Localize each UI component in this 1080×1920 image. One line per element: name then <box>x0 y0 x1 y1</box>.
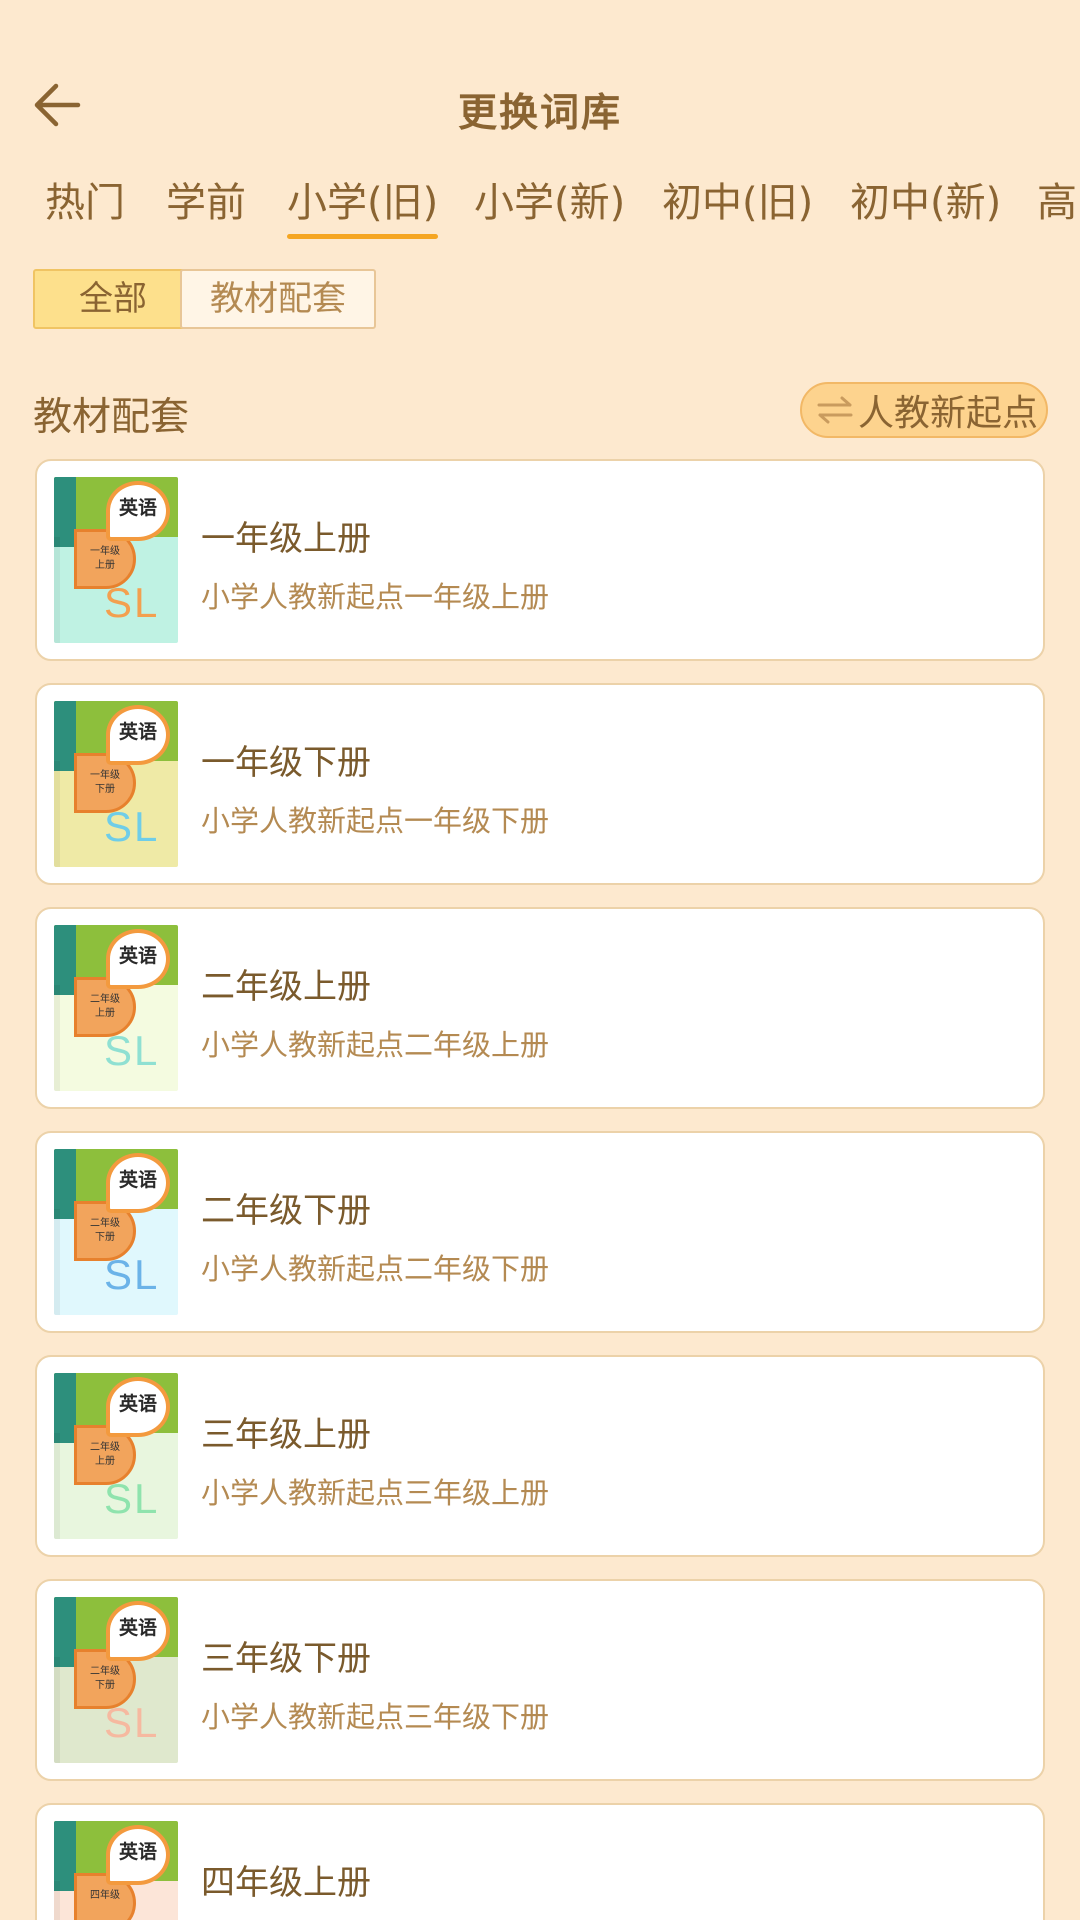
book-cover-image: 二年级 上册 英语 SL <box>54 925 178 1091</box>
cover-grade-label: 二年级 下册 <box>90 1666 120 1691</box>
book-cover-image: 二年级 下册 英语 SL <box>54 1597 178 1763</box>
cover-grade-label: 二年级 下册 <box>90 1218 120 1243</box>
book-cover-image: 一年级 上册 英语 SL <box>54 477 178 643</box>
cover-grade-label: 二年级 上册 <box>90 994 120 1019</box>
book-subtitle: 小学人教新起点二年级上册 <box>201 1028 550 1062</box>
book-card[interactable]: 四年级 英语 SL 四年级上册 <box>35 1803 1045 1920</box>
cover-spine <box>54 537 60 643</box>
book-title: 四年级上册 <box>201 1863 371 1903</box>
cover-badge-text: 英语 <box>118 497 157 519</box>
book-title: 一年级下册 <box>201 743 371 783</box>
tab-preschool[interactable]: 学前 <box>166 175 246 245</box>
cover-spine <box>54 1881 60 1920</box>
cover-badge-text: 英语 <box>118 1169 157 1191</box>
grade-tabs: 热门 学前 小学(旧) 小学(新) 初中(旧) 初中(新) 高 <box>0 175 1080 245</box>
book-cover-image: 四年级 英语 SL <box>54 1821 178 1920</box>
cover-spine <box>54 761 60 867</box>
tab-junior-new[interactable]: 初中(新) <box>850 175 1001 245</box>
cover-badge-text: 英语 <box>118 721 157 743</box>
cover-badge-text: 英语 <box>118 1841 157 1863</box>
book-title: 二年级上册 <box>201 967 371 1007</box>
tab-hot[interactable]: 热门 <box>45 175 125 245</box>
cover-mark: SL <box>104 579 160 626</box>
book-cover-image: 一年级 下册 英语 SL <box>54 701 178 867</box>
cover-grade-label: 四年级 <box>90 1890 120 1901</box>
book-card[interactable]: 二年级 上册 英语 SL 二年级上册 小学人教新起点二年级上册 <box>35 907 1045 1109</box>
book-card[interactable]: 一年级 下册 英语 SL 一年级下册 小学人教新起点一年级下册 <box>35 683 1045 885</box>
tab-senior[interactable]: 高 <box>1037 175 1077 245</box>
cover-spine <box>54 1657 60 1763</box>
swap-arrows-icon <box>817 396 853 424</box>
cover-badge-text: 英语 <box>118 945 157 967</box>
book-card[interactable]: 一年级 上册 英语 SL 一年级上册 小学人教新起点一年级上册 <box>35 459 1045 661</box>
book-card[interactable]: 二年级 上册 英语 SL 三年级上册 小学人教新起点三年级上册 <box>35 1355 1045 1557</box>
filter-textbook[interactable]: 教材配套 <box>180 269 376 329</box>
edition-switch-button[interactable]: 人教新起点 <box>800 382 1048 438</box>
app-root: 更换词库 热门 学前 小学(旧) 小学(新) 初中(旧) 初中(新) 高 全部 … <box>0 0 1080 1920</box>
section-title: 教材配套 <box>33 395 190 440</box>
cover-badge-text: 英语 <box>118 1617 157 1639</box>
cover-spine <box>54 985 60 1091</box>
cover-mark: SL <box>104 1027 160 1074</box>
book-title: 三年级下册 <box>201 1639 371 1679</box>
book-subtitle: 小学人教新起点一年级下册 <box>201 804 550 838</box>
book-title: 三年级上册 <box>201 1415 371 1455</box>
tab-primary-old[interactable]: 小学(旧) <box>287 175 439 245</box>
cover-mark: SL <box>104 803 160 850</box>
cover-mark: SL <box>104 1699 160 1746</box>
cover-mark: SL <box>104 1475 160 1522</box>
book-card[interactable]: 二年级 下册 英语 SL 二年级下册 小学人教新起点二年级下册 <box>35 1131 1045 1333</box>
top-bar: 更换词库 <box>0 60 1080 150</box>
cover-badge-text: 英语 <box>118 1393 157 1415</box>
cover-spine <box>54 1433 60 1539</box>
tab-junior-old[interactable]: 初中(旧) <box>662 175 813 245</box>
cover-grade-label: 二年级 上册 <box>90 1442 120 1467</box>
cover-grade-label: 一年级 下册 <box>90 770 120 795</box>
cover-mark: SL <box>104 1251 160 1298</box>
book-cover-image: 二年级 上册 英语 SL <box>54 1373 178 1539</box>
book-card[interactable]: 二年级 下册 英语 SL 三年级下册 小学人教新起点三年级下册 <box>35 1579 1045 1781</box>
book-title: 一年级上册 <box>201 519 371 559</box>
cover-grade-label: 一年级 上册 <box>90 546 120 571</box>
book-title: 二年级下册 <box>201 1191 371 1231</box>
page-title: 更换词库 <box>457 91 622 136</box>
edition-label: 人教新起点 <box>858 393 1039 434</box>
book-cover-image: 二年级 下册 英语 SL <box>54 1149 178 1315</box>
book-subtitle: 小学人教新起点三年级上册 <box>201 1476 550 1510</box>
book-subtitle: 小学人教新起点三年级下册 <box>201 1700 550 1734</box>
cover-spine <box>54 1209 60 1315</box>
tab-primary-new[interactable]: 小学(新) <box>474 175 625 245</box>
book-subtitle: 小学人教新起点二年级下册 <box>201 1252 550 1286</box>
filter-all[interactable]: 全部 <box>33 269 193 329</box>
book-subtitle: 小学人教新起点一年级上册 <box>201 580 550 614</box>
